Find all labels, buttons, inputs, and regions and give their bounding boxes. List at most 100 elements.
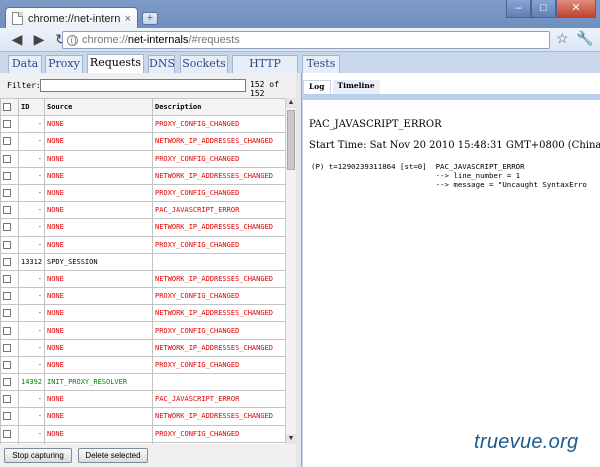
- table-row[interactable]: - NONE PROXY_CONFIG_CHANGED: [0, 355, 285, 375]
- back-icon[interactable]: ◀: [8, 31, 26, 49]
- tab-dns[interactable]: DNS: [148, 55, 175, 73]
- cell-description: [152, 252, 285, 271]
- table-row[interactable]: - NONE PROXY_CONFIG_CHANGED: [0, 115, 285, 134]
- details-panel: Log Timeline PAC_JAVASCRIPT_ERROR Start …: [303, 73, 600, 467]
- row-checkbox[interactable]: [0, 390, 19, 409]
- cell-description: PROXY_CONFIG_CHANGED: [152, 321, 285, 340]
- row-checkbox[interactable]: [0, 201, 19, 220]
- url-host: net-internals: [127, 34, 189, 46]
- row-checkbox[interactable]: [0, 235, 19, 254]
- row-checkbox[interactable]: [0, 338, 19, 357]
- table-row[interactable]: - NONE PROXY_CONFIG_CHANGED: [0, 235, 285, 254]
- delete-selected-button[interactable]: Delete selected: [78, 448, 148, 463]
- cell-id: -: [18, 269, 45, 289]
- row-checkbox[interactable]: [0, 407, 19, 426]
- row-checkbox[interactable]: [0, 132, 19, 151]
- row-checkbox[interactable]: [0, 372, 19, 392]
- cell-id: -: [18, 149, 45, 168]
- row-checkbox[interactable]: [0, 252, 19, 271]
- tab-sockets[interactable]: Sockets: [180, 55, 228, 73]
- table-header-row: ID Source Description: [0, 98, 285, 117]
- tab-log[interactable]: Log: [303, 80, 331, 94]
- column-header-description[interactable]: Description: [152, 98, 285, 117]
- row-checkbox[interactable]: [0, 166, 19, 185]
- page-icon: [12, 12, 23, 25]
- new-tab-button[interactable]: +: [142, 12, 158, 25]
- row-checkbox[interactable]: [0, 149, 19, 168]
- cell-id: -: [18, 132, 45, 151]
- bookmark-star-icon[interactable]: ☆: [556, 30, 569, 47]
- scroll-up-arrow[interactable]: ▲: [286, 98, 296, 108]
- table-row[interactable]: - NONE NETWORK_IP_ADDRESSES_CHANGED: [0, 338, 285, 357]
- tab-timeline[interactable]: Timeline: [332, 80, 380, 94]
- column-header-source[interactable]: Source: [44, 98, 153, 117]
- table-row[interactable]: - NONE NETWORK_IP_ADDRESSES_CHANGED: [0, 304, 285, 323]
- table-row[interactable]: - NONE PROXY_CONFIG_CHANGED: [0, 424, 285, 443]
- log-title: PAC_JAVASCRIPT_ERROR: [309, 119, 442, 130]
- stop-capturing-button[interactable]: Stop capturing: [4, 448, 72, 463]
- tab-proxy[interactable]: Proxy: [45, 55, 83, 73]
- select-all-checkbox[interactable]: [0, 98, 19, 117]
- table-row[interactable]: - NONE NETWORK_IP_ADDRESSES_CHANGED: [0, 132, 285, 151]
- close-tab-icon[interactable]: ×: [125, 13, 131, 25]
- browser-tab[interactable]: chrome://net-internals/#re... ×: [5, 7, 138, 29]
- table-row[interactable]: - NONE NETWORK_IP_ADDRESSES_CHANGED: [0, 407, 285, 426]
- wrench-menu-icon[interactable]: 🔧: [576, 30, 593, 47]
- row-checkbox[interactable]: [0, 304, 19, 323]
- panel-splitter[interactable]: [296, 73, 302, 467]
- cell-source: NONE: [44, 183, 153, 203]
- cell-description: NETWORK_IP_ADDRESSES_CHANGED: [152, 304, 285, 323]
- cell-source: NONE: [44, 390, 153, 409]
- tab-http-cache[interactable]: HTTP Cache: [232, 55, 298, 86]
- cell-id: -: [18, 287, 45, 306]
- cell-id: -: [18, 338, 45, 357]
- cell-source: NONE: [44, 235, 153, 254]
- table-row[interactable]: - NONE NETWORK_IP_ADDRESSES_CHANGED: [0, 269, 285, 289]
- cell-source: NONE: [44, 201, 153, 220]
- page-info-icon[interactable]: [67, 34, 78, 46]
- table-row[interactable]: - NONE PROXY_CONFIG_CHANGED: [0, 321, 285, 340]
- log-body: (P) t=1290239311864 [st=0] PAC_JAVASCRIP…: [311, 162, 587, 189]
- cell-description: NETWORK_IP_ADDRESSES_CHANGED: [152, 218, 285, 237]
- table-row[interactable]: 14392 INIT_PROXY_RESOLVER: [0, 372, 285, 392]
- table-row[interactable]: 13312 SPDY_SESSION: [0, 252, 285, 271]
- row-checkbox[interactable]: [0, 218, 19, 237]
- cell-source: NONE: [44, 321, 153, 340]
- tab-data[interactable]: Data: [8, 55, 42, 73]
- cell-id: -: [18, 407, 45, 426]
- tab-requests[interactable]: Requests: [87, 54, 144, 73]
- cell-description: [152, 372, 285, 392]
- vertical-scrollbar[interactable]: ▲ ▼: [285, 98, 296, 444]
- table-row[interactable]: - NONE PROXY_CONFIG_CHANGED: [0, 287, 285, 306]
- row-checkbox[interactable]: [0, 424, 19, 443]
- table-row[interactable]: - NONE PROXY_CONFIG_CHANGED: [0, 183, 285, 203]
- filter-input[interactable]: [40, 79, 246, 92]
- table-row[interactable]: - NONE PROXY_CONFIG_CHANGED: [0, 149, 285, 168]
- table-row[interactable]: - NONE NETWORK_IP_ADDRESSES_CHANGED: [0, 218, 285, 237]
- table-row[interactable]: - NONE PAC_JAVASCRIPT_ERROR: [0, 390, 285, 409]
- row-checkbox[interactable]: [0, 287, 19, 306]
- row-checkbox[interactable]: [0, 321, 19, 340]
- scroll-down-arrow[interactable]: ▼: [286, 434, 296, 444]
- cell-source: INIT_PROXY_RESOLVER: [44, 372, 153, 392]
- address-bar[interactable]: chrome://net-internals/#requests: [62, 31, 550, 49]
- scrollbar-thumb[interactable]: [287, 110, 295, 170]
- cell-source: NONE: [44, 115, 153, 134]
- row-checkbox[interactable]: [0, 115, 19, 134]
- table-row[interactable]: - NONE PAC_JAVASCRIPT_ERROR: [0, 201, 285, 220]
- row-checkbox[interactable]: [0, 183, 19, 203]
- cell-description: PROXY_CONFIG_CHANGED: [152, 424, 285, 443]
- minimize-button[interactable]: –: [506, 0, 531, 18]
- browser-tab-title: chrome://net-internals/#re...: [28, 12, 120, 25]
- cell-source: NONE: [44, 424, 153, 443]
- row-checkbox[interactable]: [0, 269, 19, 289]
- table-row[interactable]: - NONE NETWORK_IP_ADDRESSES_CHANGED: [0, 166, 285, 185]
- row-checkbox[interactable]: [0, 355, 19, 375]
- close-window-button[interactable]: ✕: [556, 0, 596, 18]
- forward-icon[interactable]: ▶: [30, 31, 48, 49]
- cell-description: PROXY_CONFIG_CHANGED: [152, 355, 285, 375]
- maximize-button[interactable]: □: [531, 0, 556, 18]
- column-header-id[interactable]: ID: [18, 98, 45, 117]
- net-internals-tabs: Data Proxy Requests DNS Sockets HTTP Cac…: [0, 52, 600, 86]
- tab-tests[interactable]: Tests: [302, 55, 340, 73]
